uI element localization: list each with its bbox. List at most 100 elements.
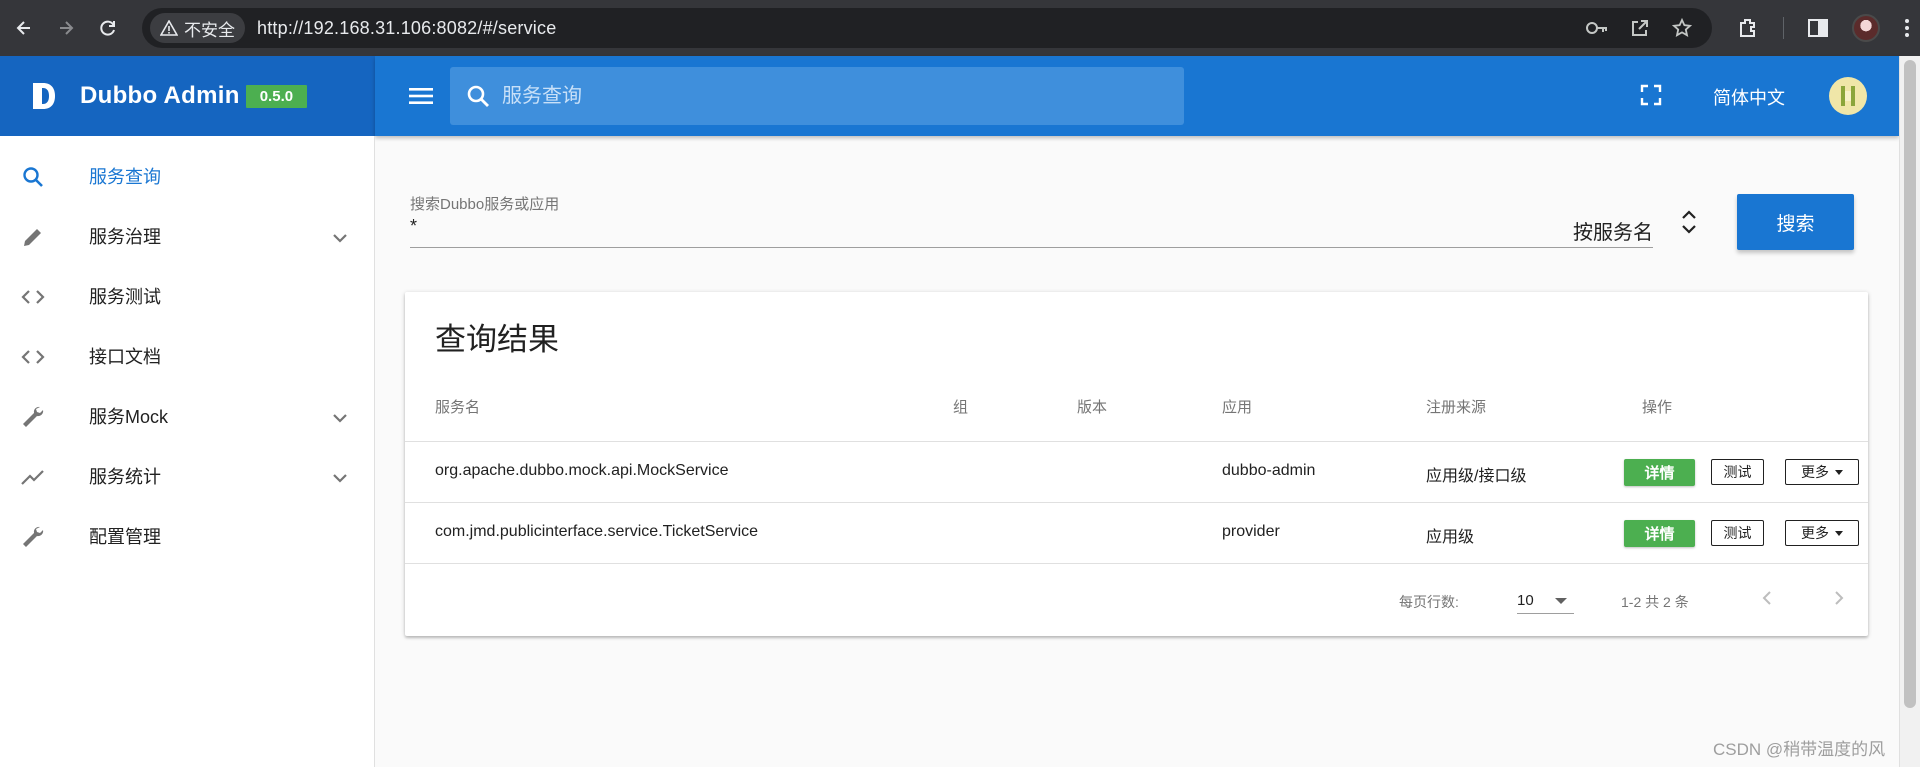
- results-card: 查询结果 服务名 组 版本 应用 注册来源 操作 org.apache.dubb…: [405, 292, 1868, 636]
- header-registry-source[interactable]: 注册来源: [1426, 396, 1486, 417]
- header-service[interactable]: 服务名: [435, 396, 480, 417]
- chevron-right-icon: [1835, 591, 1844, 605]
- star-icon[interactable]: [1672, 18, 1692, 38]
- wrench-icon: [20, 524, 46, 550]
- service-search-field[interactable]: 搜索Dubbo服务或应用 * 按服务名: [410, 190, 1653, 248]
- more-button-label: 更多: [1801, 464, 1829, 480]
- search-icon: [20, 164, 46, 190]
- prev-page-button[interactable]: [1757, 588, 1777, 608]
- unfold-icon: [1682, 210, 1696, 234]
- test-button[interactable]: 测试: [1711, 459, 1764, 485]
- chevron-left-icon: [1762, 591, 1771, 605]
- brand-title: Dubbo Admin: [80, 82, 240, 109]
- sidebar-item-service-stats[interactable]: 服务统计: [0, 448, 374, 504]
- more-vert-icon[interactable]: [1904, 18, 1910, 38]
- more-button-label: 更多: [1801, 525, 1829, 541]
- code-icon: [20, 344, 46, 370]
- search-button[interactable]: 搜索: [1737, 194, 1854, 250]
- fullscreen-button[interactable]: [1640, 84, 1664, 108]
- sidebar-item-label: 服务测试: [89, 287, 161, 307]
- table-row: org.apache.dubbo.mock.api.MockService du…: [405, 441, 1868, 502]
- sidebar-item-api-docs[interactable]: 接口文档: [0, 328, 374, 384]
- fullscreen-icon: [1640, 84, 1662, 106]
- rows-per-page-label: 每页行数:: [1399, 594, 1459, 610]
- header-application[interactable]: 应用: [1222, 396, 1252, 417]
- watermark-text: CSDN @稍带温度的风: [1713, 740, 1886, 759]
- sidebar-item-config-management[interactable]: 配置管理: [0, 508, 374, 564]
- cell-service: com.jmd.publicinterface.service.TicketSe…: [435, 523, 759, 540]
- sidebar-item-label: 服务Mock: [89, 407, 169, 427]
- toolbar-divider: [1783, 17, 1784, 39]
- language-switch[interactable]: 简体中文: [1713, 84, 1785, 110]
- results-title: 查询结果: [435, 322, 559, 357]
- security-chip[interactable]: 不安全: [150, 13, 245, 43]
- arrow-right-icon: [60, 21, 74, 35]
- side-panel-icon[interactable]: [1808, 19, 1828, 37]
- search-mode-toggle[interactable]: [1678, 206, 1700, 238]
- sidebar-item-service-mock[interactable]: 服务Mock: [0, 388, 374, 444]
- chevron-down-icon: [328, 226, 352, 250]
- cell-service: org.apache.dubbo.mock.api.MockService: [435, 462, 729, 479]
- cell-registry-source: 应用级/接口级: [1426, 468, 1527, 485]
- sidebar-item-label: 配置管理: [89, 527, 161, 547]
- url-text[interactable]: http://192.168.31.106:8082/#/service: [257, 18, 556, 39]
- user-avatar[interactable]: [1829, 77, 1867, 115]
- caret-down-icon: [1835, 530, 1843, 536]
- reload-button[interactable]: [88, 8, 128, 48]
- detail-button[interactable]: 详情: [1624, 520, 1695, 547]
- sidebar-item-service-query[interactable]: 服务查询: [0, 148, 374, 204]
- sidebar-item-label: 服务治理: [89, 227, 161, 247]
- arrow-left-icon: [16, 21, 30, 35]
- wrench-icon: [20, 404, 46, 430]
- browser-toolbar: 不安全 http://192.168.31.106:8082/#/service: [0, 0, 1920, 56]
- profile-avatar[interactable]: [1852, 14, 1880, 42]
- pencil-icon: [20, 224, 46, 250]
- brand-header: Dubbo Admin 0.5.0: [0, 56, 375, 136]
- more-button[interactable]: 更多: [1785, 520, 1859, 546]
- test-button[interactable]: 测试: [1711, 520, 1764, 546]
- rows-per-page-select[interactable]: 10: [1517, 586, 1574, 614]
- caret-down-icon: [1835, 469, 1843, 475]
- top-search-input[interactable]: [502, 84, 1182, 108]
- table-footer: 每页行数: 10 1-2 共 2 条: [405, 563, 1868, 636]
- cell-registry-source: 应用级: [1426, 529, 1475, 546]
- hamburger-icon: [409, 88, 433, 104]
- top-search-box[interactable]: [450, 67, 1184, 125]
- search-field-value[interactable]: *: [410, 216, 417, 237]
- cell-application: dubbo-admin: [1222, 462, 1316, 479]
- address-bar[interactable]: 不安全 http://192.168.31.106:8082/#/service: [142, 8, 1712, 48]
- trending-up-icon: [20, 464, 46, 490]
- sidebar: 服务查询 服务治理 服务测试 接口文档 服务Mock 服务统计 配置管理: [0, 136, 375, 767]
- search-field-label: 搜索Dubbo服务或应用: [410, 196, 560, 213]
- chevron-down-icon: [328, 466, 352, 490]
- back-button[interactable]: [4, 8, 44, 48]
- extensions-icon[interactable]: [1737, 17, 1759, 39]
- page-scrollbar[interactable]: [1899, 56, 1920, 767]
- key-icon[interactable]: [1586, 21, 1608, 35]
- security-label: 不安全: [184, 20, 235, 40]
- forward-button[interactable]: [46, 8, 86, 48]
- warning-icon: [160, 20, 178, 36]
- dropdown-arrow-icon: [1555, 598, 1567, 604]
- header-operation: 操作: [1642, 399, 1673, 416]
- version-badge: 0.5.0: [245, 84, 308, 108]
- detail-button[interactable]: 详情: [1624, 459, 1695, 486]
- pagination-range: 1-2 共 2 条: [1621, 594, 1689, 610]
- more-button[interactable]: 更多: [1785, 459, 1859, 485]
- sidebar-item-label: 服务统计: [89, 467, 161, 487]
- sidebar-item-service-governance[interactable]: 服务治理: [0, 208, 374, 264]
- code-icon: [20, 284, 46, 310]
- menu-toggle-button[interactable]: [407, 82, 435, 110]
- sidebar-item-service-test[interactable]: 服务测试: [0, 268, 374, 324]
- header-version[interactable]: 版本: [1077, 396, 1107, 417]
- header-group[interactable]: 组: [953, 396, 968, 417]
- chevron-down-icon: [328, 406, 352, 430]
- table-row: com.jmd.publicinterface.service.TicketSe…: [405, 502, 1868, 563]
- scrollbar-thumb[interactable]: [1904, 60, 1916, 708]
- dubbo-logo-icon: [30, 80, 58, 112]
- share-icon[interactable]: [1630, 18, 1650, 38]
- search-icon: [467, 85, 489, 107]
- sidebar-item-label: 服务查询: [89, 167, 161, 187]
- next-page-button[interactable]: [1829, 588, 1849, 608]
- search-mode-select[interactable]: 按服务名: [1573, 216, 1653, 245]
